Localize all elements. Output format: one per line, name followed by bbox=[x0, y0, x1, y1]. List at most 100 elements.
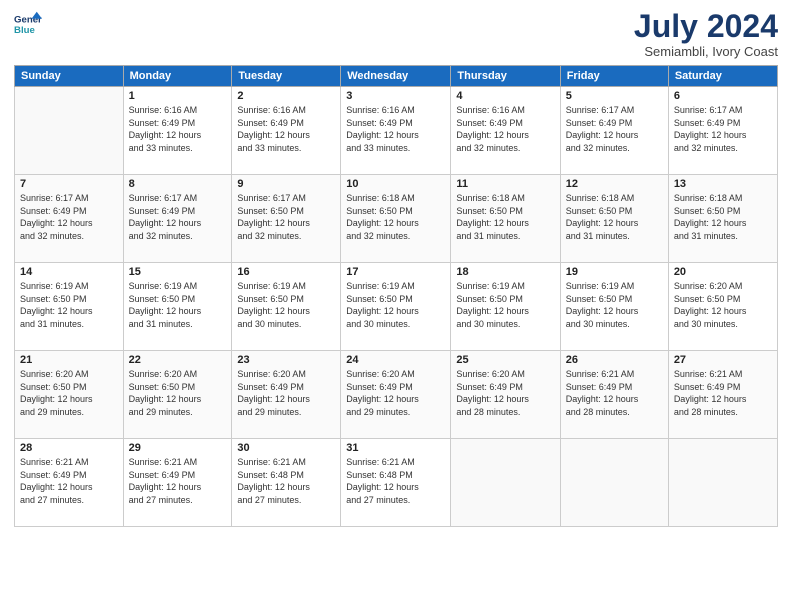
day-info: Sunrise: 6:19 AM Sunset: 6:50 PM Dayligh… bbox=[566, 280, 663, 330]
day-number: 9 bbox=[237, 178, 335, 190]
calendar-week-3: 14 Sunrise: 6:19 AM Sunset: 6:50 PM Dayli… bbox=[15, 263, 778, 351]
calendar-cell: 16 Sunrise: 6:19 AM Sunset: 6:50 PM Dayli… bbox=[232, 263, 341, 351]
calendar-cell: 27 Sunrise: 6:21 AM Sunset: 6:49 PM Dayli… bbox=[668, 351, 777, 439]
calendar-cell: 28Sunrise: 6:21 AM Sunset: 6:49 PM Dayli… bbox=[15, 439, 124, 527]
day-info: Sunrise: 6:16 AM Sunset: 6:49 PM Dayligh… bbox=[346, 104, 445, 154]
day-number: 23 bbox=[237, 354, 335, 366]
day-number: 29 bbox=[129, 442, 227, 454]
calendar-cell: 13Sunrise: 6:18 AM Sunset: 6:50 PM Dayli… bbox=[668, 175, 777, 263]
day-number: 31 bbox=[346, 442, 445, 454]
day-info: Sunrise: 6:17 AM Sunset: 6:50 PM Dayligh… bbox=[237, 192, 335, 242]
day-number: 6 bbox=[674, 90, 772, 102]
day-info: Sunrise: 6:18 AM Sunset: 6:50 PM Dayligh… bbox=[566, 192, 663, 242]
calendar-cell: 1 Sunrise: 6:16 AM Sunset: 6:49 PM Daylig… bbox=[123, 87, 232, 175]
day-info: Sunrise: 6:16 AM Sunset: 6:49 PM Dayligh… bbox=[129, 104, 227, 154]
calendar-cell: 3 Sunrise: 6:16 AM Sunset: 6:49 PM Daylig… bbox=[341, 87, 451, 175]
month-year: July 2024 bbox=[634, 10, 778, 42]
day-info: Sunrise: 6:21 AM Sunset: 6:48 PM Dayligh… bbox=[237, 456, 335, 506]
svg-text:Blue: Blue bbox=[14, 25, 35, 36]
day-info: Sunrise: 6:20 AM Sunset: 6:49 PM Dayligh… bbox=[346, 368, 445, 418]
title-block: July 2024 Semiambli, Ivory Coast bbox=[634, 10, 778, 59]
day-number: 22 bbox=[129, 354, 227, 366]
day-number: 19 bbox=[566, 266, 663, 278]
weekday-header-wednesday: Wednesday bbox=[341, 66, 451, 87]
day-info: Sunrise: 6:20 AM Sunset: 6:50 PM Dayligh… bbox=[20, 368, 118, 418]
calendar-cell bbox=[15, 87, 124, 175]
day-number: 7 bbox=[20, 178, 118, 190]
calendar-cell: 25Sunrise: 6:20 AM Sunset: 6:49 PM Dayli… bbox=[451, 351, 560, 439]
day-number: 17 bbox=[346, 266, 445, 278]
calendar-cell: 21 Sunrise: 6:20 AM Sunset: 6:50 PM Dayli… bbox=[15, 351, 124, 439]
calendar-cell: 19 Sunrise: 6:19 AM Sunset: 6:50 PM Dayli… bbox=[560, 263, 668, 351]
day-number: 11 bbox=[456, 178, 554, 190]
day-number: 25 bbox=[456, 354, 554, 366]
calendar-cell: 26 Sunrise: 6:21 AM Sunset: 6:49 PM Dayli… bbox=[560, 351, 668, 439]
day-info: Sunrise: 6:18 AM Sunset: 6:50 PM Dayligh… bbox=[346, 192, 445, 242]
day-info: Sunrise: 6:19 AM Sunset: 6:50 PM Dayligh… bbox=[237, 280, 335, 330]
day-number: 14 bbox=[20, 266, 118, 278]
calendar-week-4: 21 Sunrise: 6:20 AM Sunset: 6:50 PM Dayli… bbox=[15, 351, 778, 439]
calendar-cell: 24Sunrise: 6:20 AM Sunset: 6:49 PM Dayli… bbox=[341, 351, 451, 439]
day-info: Sunrise: 6:21 AM Sunset: 6:49 PM Dayligh… bbox=[566, 368, 663, 418]
calendar-cell: 6 Sunrise: 6:17 AM Sunset: 6:49 PM Daylig… bbox=[668, 87, 777, 175]
calendar-cell: 30 Sunrise: 6:21 AM Sunset: 6:48 PM Dayli… bbox=[232, 439, 341, 527]
day-info: Sunrise: 6:18 AM Sunset: 6:50 PM Dayligh… bbox=[456, 192, 554, 242]
calendar-cell: 20Sunrise: 6:20 AM Sunset: 6:50 PM Dayli… bbox=[668, 263, 777, 351]
calendar-cell: 14Sunrise: 6:19 AM Sunset: 6:50 PM Dayli… bbox=[15, 263, 124, 351]
day-info: Sunrise: 6:19 AM Sunset: 6:50 PM Dayligh… bbox=[346, 280, 445, 330]
day-number: 12 bbox=[566, 178, 663, 190]
calendar-cell: 17 Sunrise: 6:19 AM Sunset: 6:50 PM Dayli… bbox=[341, 263, 451, 351]
calendar-cell: 12 Sunrise: 6:18 AM Sunset: 6:50 PM Dayli… bbox=[560, 175, 668, 263]
day-number: 1 bbox=[129, 90, 227, 102]
day-number: 5 bbox=[566, 90, 663, 102]
page-header: General Blue July 2024 Semiambli, Ivory … bbox=[14, 10, 778, 59]
day-number: 15 bbox=[129, 266, 227, 278]
day-number: 26 bbox=[566, 354, 663, 366]
day-number: 20 bbox=[674, 266, 772, 278]
day-number: 8 bbox=[129, 178, 227, 190]
calendar-cell: 22 Sunrise: 6:20 AM Sunset: 6:50 PM Dayli… bbox=[123, 351, 232, 439]
calendar-cell: 4Sunrise: 6:16 AM Sunset: 6:49 PM Daylig… bbox=[451, 87, 560, 175]
day-info: Sunrise: 6:16 AM Sunset: 6:49 PM Dayligh… bbox=[237, 104, 335, 154]
day-number: 30 bbox=[237, 442, 335, 454]
day-number: 21 bbox=[20, 354, 118, 366]
calendar-week-5: 28Sunrise: 6:21 AM Sunset: 6:49 PM Dayli… bbox=[15, 439, 778, 527]
day-info: Sunrise: 6:21 AM Sunset: 6:49 PM Dayligh… bbox=[674, 368, 772, 418]
day-info: Sunrise: 6:17 AM Sunset: 6:49 PM Dayligh… bbox=[674, 104, 772, 154]
day-info: Sunrise: 6:20 AM Sunset: 6:49 PM Dayligh… bbox=[237, 368, 335, 418]
calendar-cell: 8Sunrise: 6:17 AM Sunset: 6:49 PM Daylig… bbox=[123, 175, 232, 263]
calendar-cell bbox=[451, 439, 560, 527]
logo: General Blue bbox=[14, 10, 42, 38]
calendar-cell: 23 Sunrise: 6:20 AM Sunset: 6:49 PM Dayli… bbox=[232, 351, 341, 439]
day-info: Sunrise: 6:17 AM Sunset: 6:49 PM Dayligh… bbox=[20, 192, 118, 242]
calendar-cell: 29 Sunrise: 6:21 AM Sunset: 6:49 PM Dayli… bbox=[123, 439, 232, 527]
day-number: 16 bbox=[237, 266, 335, 278]
weekday-header-thursday: Thursday bbox=[451, 66, 560, 87]
calendar-cell: 5 Sunrise: 6:17 AM Sunset: 6:49 PM Daylig… bbox=[560, 87, 668, 175]
calendar-cell: 18 Sunrise: 6:19 AM Sunset: 6:50 PM Dayli… bbox=[451, 263, 560, 351]
weekday-header-tuesday: Tuesday bbox=[232, 66, 341, 87]
day-number: 18 bbox=[456, 266, 554, 278]
day-number: 2 bbox=[237, 90, 335, 102]
day-number: 3 bbox=[346, 90, 445, 102]
day-info: Sunrise: 6:21 AM Sunset: 6:49 PM Dayligh… bbox=[20, 456, 118, 506]
day-info: Sunrise: 6:21 AM Sunset: 6:48 PM Dayligh… bbox=[346, 456, 445, 506]
calendar-cell: 9 Sunrise: 6:17 AM Sunset: 6:50 PM Daylig… bbox=[232, 175, 341, 263]
day-info: Sunrise: 6:20 AM Sunset: 6:50 PM Dayligh… bbox=[129, 368, 227, 418]
day-info: Sunrise: 6:17 AM Sunset: 6:49 PM Dayligh… bbox=[566, 104, 663, 154]
day-info: Sunrise: 6:21 AM Sunset: 6:49 PM Dayligh… bbox=[129, 456, 227, 506]
calendar-header-row: SundayMondayTuesdayWednesdayThursdayFrid… bbox=[15, 66, 778, 87]
day-info: Sunrise: 6:19 AM Sunset: 6:50 PM Dayligh… bbox=[456, 280, 554, 330]
day-number: 13 bbox=[674, 178, 772, 190]
calendar-cell: 7 Sunrise: 6:17 AM Sunset: 6:49 PM Daylig… bbox=[15, 175, 124, 263]
weekday-header-friday: Friday bbox=[560, 66, 668, 87]
calendar-cell: 31 Sunrise: 6:21 AM Sunset: 6:48 PM Dayli… bbox=[341, 439, 451, 527]
calendar-table: SundayMondayTuesdayWednesdayThursdayFrid… bbox=[14, 65, 778, 527]
day-number: 4 bbox=[456, 90, 554, 102]
calendar-cell: 2 Sunrise: 6:16 AM Sunset: 6:49 PM Daylig… bbox=[232, 87, 341, 175]
logo-icon: General Blue bbox=[14, 10, 42, 38]
calendar-cell bbox=[560, 439, 668, 527]
day-number: 27 bbox=[674, 354, 772, 366]
weekday-header-monday: Monday bbox=[123, 66, 232, 87]
weekday-header-sunday: Sunday bbox=[15, 66, 124, 87]
